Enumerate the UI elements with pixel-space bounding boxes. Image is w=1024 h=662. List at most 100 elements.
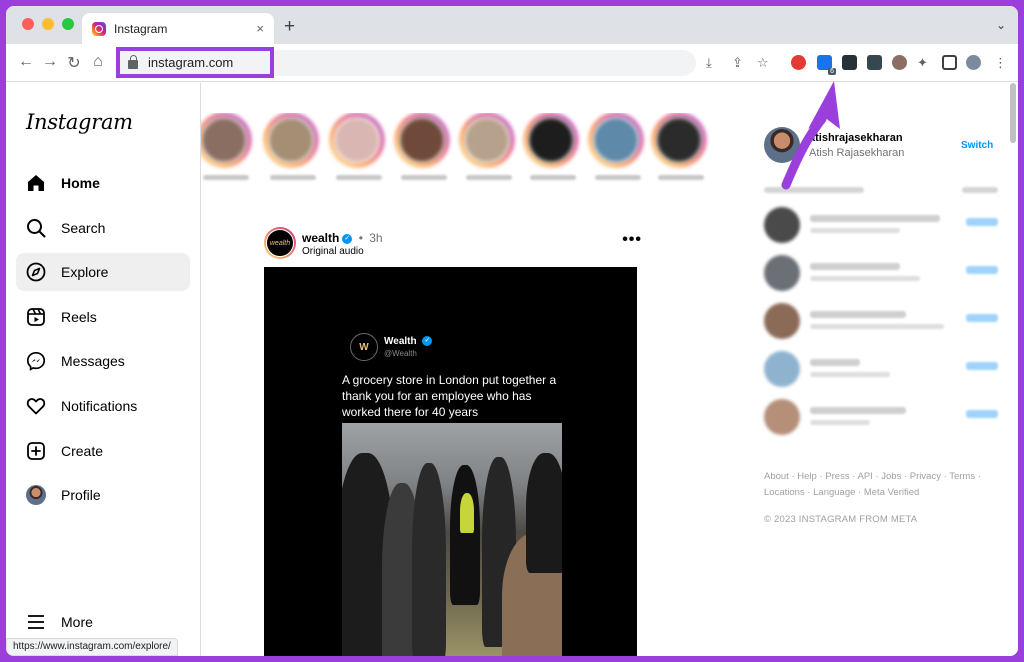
- story-item[interactable]: [395, 113, 453, 180]
- nav-more-label: More: [61, 614, 93, 630]
- browser-tab-instagram[interactable]: Instagram ×: [82, 13, 274, 44]
- page-scrollbar[interactable]: [1010, 83, 1016, 143]
- follow-button[interactable]: [966, 314, 998, 322]
- tweet-text: A grocery store in London put together a…: [342, 373, 557, 419]
- footer-link-terms[interactable]: Terms: [949, 471, 975, 482]
- post-media[interactable]: W Wealth ✓ @Wealth A grocery store in Lo…: [264, 267, 637, 656]
- hamburger-menu-icon: [25, 611, 47, 633]
- back-arrow-icon[interactable]: ←: [16, 53, 36, 71]
- nav-create-label: Create: [61, 443, 104, 459]
- suggestion-row[interactable]: [764, 351, 998, 391]
- puzzle-extensions-icon[interactable]: ✦: [917, 55, 928, 71]
- opera-extension-icon[interactable]: [791, 55, 806, 70]
- tweet-author: Wealth ✓: [384, 336, 433, 347]
- tab-close-icon[interactable]: ×: [256, 21, 264, 36]
- bookmark-star-icon[interactable]: ☆: [757, 55, 769, 71]
- post-author: wealth ✓ • 3h: [302, 231, 383, 245]
- verified-badge-icon: ✓: [342, 233, 353, 244]
- nav-explore-label: Explore: [61, 264, 109, 280]
- nav-reels[interactable]: Reels: [16, 298, 190, 336]
- maximize-window-button[interactable]: [62, 18, 74, 30]
- plus-square-icon: [25, 440, 47, 462]
- rocket-extension-icon[interactable]: [892, 55, 907, 70]
- extension-badge-icon[interactable]: 6: [817, 55, 836, 75]
- switch-account-button[interactable]: Switch: [961, 140, 993, 151]
- footer-link-locations[interactable]: Locations: [764, 487, 805, 498]
- suggestion-row[interactable]: [764, 207, 998, 247]
- address-bar-background: [274, 50, 696, 76]
- sidepanel-icon[interactable]: [942, 55, 957, 70]
- nav-notifications-label: Notifications: [61, 398, 138, 414]
- tab-search-chevron-icon[interactable]: ⌄: [996, 18, 1006, 32]
- footer-link-press[interactable]: Press: [825, 471, 849, 482]
- kebab-menu-icon[interactable]: ⋮: [994, 55, 1007, 71]
- minimize-window-button[interactable]: [42, 18, 54, 30]
- browser-window: Instagram × + ⌄ ← → ↻ ⌂ ⤓ ⇪ ☆ 6 ✦ ⋮ In: [6, 6, 1018, 656]
- nav-explore[interactable]: Explore: [16, 253, 190, 291]
- suggestion-avatar: [764, 351, 800, 387]
- footer-link-language[interactable]: Language: [813, 487, 855, 498]
- stories-tray: [201, 113, 711, 193]
- footer-link-meta-verified[interactable]: Meta Verified: [864, 487, 919, 498]
- footer-link-jobs[interactable]: Jobs: [881, 471, 901, 482]
- follow-button[interactable]: [966, 218, 998, 226]
- home-icon: [25, 172, 47, 194]
- suggestion-avatar: [764, 255, 800, 291]
- footer-link-about[interactable]: About: [764, 471, 789, 482]
- reels-icon: [25, 306, 47, 328]
- suggestion-avatar: [764, 303, 800, 339]
- post-username[interactable]: wealth: [302, 231, 339, 245]
- close-window-button[interactable]: [22, 18, 34, 30]
- nav-search-label: Search: [61, 220, 106, 236]
- nav-home-label: Home: [61, 175, 100, 191]
- footer-link-privacy[interactable]: Privacy: [910, 471, 941, 482]
- nav-profile-label: Profile: [61, 487, 101, 503]
- story-item[interactable]: [652, 113, 710, 180]
- nav-create[interactable]: Create: [16, 432, 190, 470]
- home-page-icon[interactable]: ⌂: [88, 53, 108, 71]
- new-tab-button[interactable]: +: [284, 16, 295, 38]
- follow-button[interactable]: [966, 266, 998, 274]
- follow-button[interactable]: [966, 410, 998, 418]
- post-time[interactable]: 3h: [369, 231, 382, 245]
- tab-title: Instagram: [114, 21, 168, 36]
- story-item[interactable]: [524, 113, 582, 180]
- toggle-extension-icon[interactable]: [867, 55, 882, 70]
- compass-icon: [25, 261, 47, 283]
- nav-profile[interactable]: Profile: [16, 476, 190, 514]
- suggestion-row[interactable]: [764, 255, 998, 295]
- footer-link-api[interactable]: API: [858, 471, 873, 482]
- instagram-logo[interactable]: Instagram: [26, 110, 133, 134]
- copyright: © 2023 INSTAGRAM FROM META: [764, 514, 918, 525]
- story-item[interactable]: [201, 113, 255, 180]
- follow-button[interactable]: [966, 362, 998, 370]
- story-item[interactable]: [460, 113, 518, 180]
- post-separator: •: [358, 231, 363, 245]
- install-app-icon[interactable]: ⤓: [706, 55, 712, 71]
- forward-arrow-icon[interactable]: →: [40, 53, 60, 71]
- nav-notifications[interactable]: Notifications: [16, 387, 190, 425]
- nav-search[interactable]: Search: [16, 209, 190, 247]
- avatar: [25, 484, 47, 506]
- post-author-avatar[interactable]: wealth: [264, 227, 296, 259]
- url-input[interactable]: [148, 55, 268, 70]
- post-options-icon[interactable]: •••: [622, 231, 642, 249]
- story-item[interactable]: [264, 113, 322, 180]
- share-icon[interactable]: ⇪: [732, 55, 743, 71]
- spy-extension-icon[interactable]: [842, 55, 857, 70]
- story-item[interactable]: [330, 113, 388, 180]
- tweet-handle: @Wealth: [384, 349, 417, 358]
- suggestion-row[interactable]: [764, 399, 998, 439]
- footer-link-help[interactable]: Help: [797, 471, 817, 482]
- nav-home[interactable]: Home: [16, 164, 190, 202]
- story-item[interactable]: [589, 113, 647, 180]
- address-bar[interactable]: [116, 47, 274, 78]
- post-audio[interactable]: Original audio: [302, 246, 364, 257]
- profile-avatar[interactable]: [966, 55, 981, 70]
- suggestion-row[interactable]: [764, 303, 998, 343]
- lock-icon[interactable]: [128, 54, 138, 69]
- nav-more[interactable]: More: [16, 603, 190, 641]
- nav-messages[interactable]: Messages: [16, 342, 190, 380]
- reload-icon[interactable]: ↻: [64, 53, 84, 73]
- instagram-favicon-icon: [92, 21, 106, 36]
